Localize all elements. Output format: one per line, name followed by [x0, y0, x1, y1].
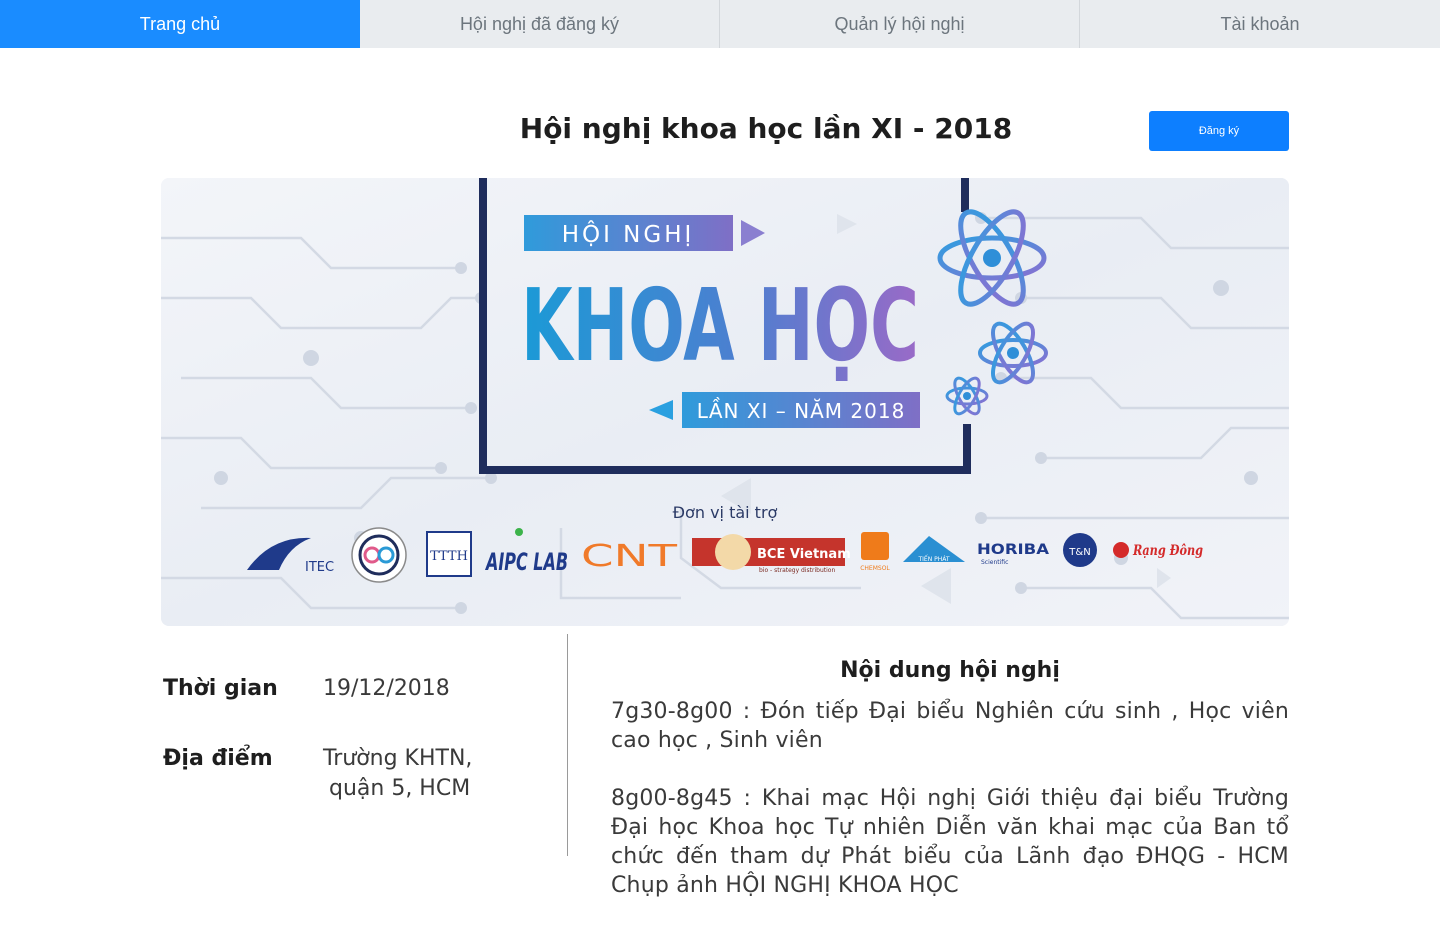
sponsor-logo-ring	[351, 527, 407, 583]
banner-line3: LẦN XI – NĂM 2018	[697, 398, 906, 423]
place-line-2: quận 5, HCM	[329, 776, 471, 801]
svg-text:HORIBA: HORIBA	[977, 542, 1049, 558]
svg-text:bio - strategy distribution: bio - strategy distribution	[759, 567, 835, 574]
sponsor-logo-tn: T&N	[1063, 533, 1097, 567]
conference-info: Thời gian 19/12/2018 Địa điểm Trường KHT…	[163, 672, 543, 804]
agenda-item: 8g00-8g45 : Khai mạc Hội nghị Giới thiệu…	[611, 786, 1289, 898]
tab-home[interactable]: Trang chủ	[0, 0, 360, 48]
place-line-1: Trường KHTN,	[323, 746, 473, 771]
svg-text:CHEMSOL: CHEMSOL	[860, 565, 890, 572]
place-row: Địa điểm Trường KHTN, quận 5, HCM	[163, 744, 543, 804]
sponsor-logo-chemsol: CHEMSOL	[860, 532, 890, 572]
sponsor-heading: Đơn vị tài trợ	[673, 503, 778, 522]
banner-line1: HỘI NGHỊ	[562, 220, 695, 248]
svg-text:TIẾN PHÁT: TIẾN PHÁT	[917, 555, 949, 563]
agenda-section: Nội dung hội nghị 7g30-8g00 : Đón tiếp Đ…	[611, 658, 1289, 929]
time-value: 19/12/2018	[323, 676, 450, 701]
sponsor-logo-cnt: CNT	[581, 539, 678, 574]
svg-text:Rạng Đông: Rạng Đông	[1132, 543, 1203, 559]
svg-text:ITEC: ITEC	[305, 560, 334, 575]
svg-text:Scientific: Scientific	[981, 559, 1008, 566]
register-button[interactable]: Đăng ký	[1149, 111, 1289, 151]
place-value: Trường KHTN, quận 5, HCM	[323, 744, 472, 804]
column-divider	[567, 634, 568, 856]
svg-text:BCE Vietnam: BCE Vietnam	[757, 547, 851, 562]
banner-line2: KHOA HỌC	[521, 267, 919, 384]
svg-text:AIPC LAB: AIPC LAB	[485, 548, 568, 576]
tab-manage-conferences[interactable]: Quản lý hội nghị	[720, 0, 1080, 48]
tab-registered-conferences[interactable]: Hội nghị đã đăng ký	[360, 0, 720, 48]
top-nav: Trang chủ Hội nghị đã đăng ký Quản lý hộ…	[0, 0, 1440, 48]
conference-banner: HỘI NGHỊ KHOA HỌC LẦN XI – NĂM 2018 Đơn	[161, 178, 1289, 626]
time-label: Thời gian	[163, 676, 278, 701]
sponsor-logo-ttth: TTTH	[426, 531, 472, 577]
agenda-item: 7g30-8g00 : Đón tiếp Đại biểu Nghiên cứu…	[611, 699, 1289, 753]
place-label: Địa điểm	[163, 746, 273, 771]
svg-text:CNT: CNT	[581, 539, 678, 574]
page-title: Hội nghị khoa học lần XI - 2018	[519, 112, 1013, 145]
svg-text:T&N: T&N	[1068, 547, 1090, 558]
tab-account[interactable]: Tài khoản	[1080, 0, 1440, 48]
time-row: Thời gian 19/12/2018	[163, 672, 543, 706]
svg-text:TTTH: TTTH	[430, 549, 468, 564]
agenda-title: Nội dung hội nghị	[840, 658, 1060, 683]
